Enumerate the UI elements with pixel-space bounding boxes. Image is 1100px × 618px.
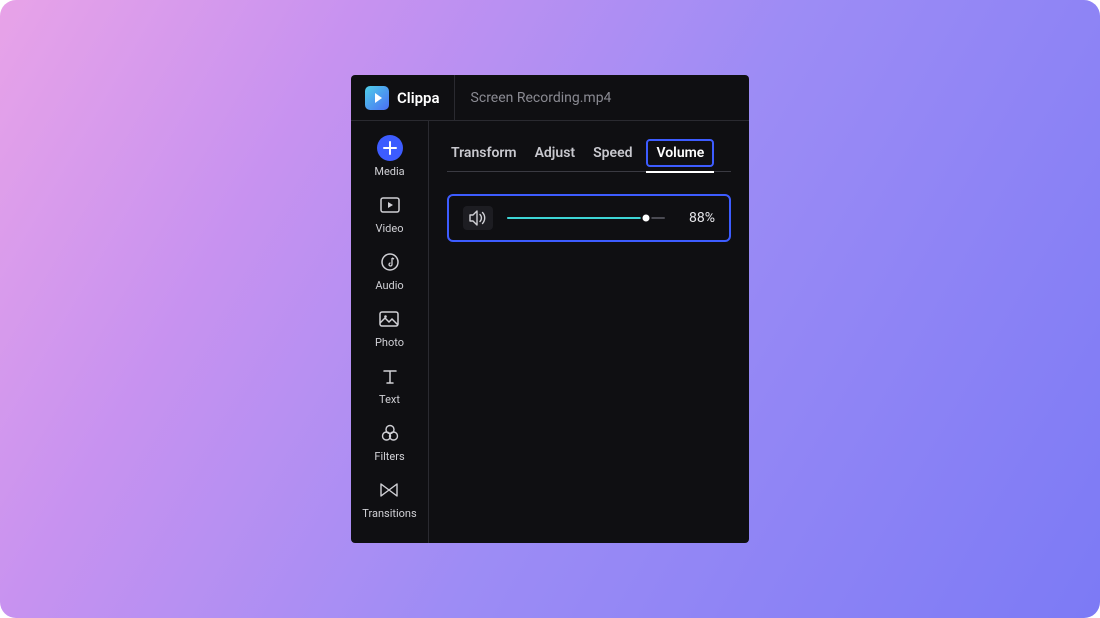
speaker-icon-wrapper[interactable] <box>463 206 493 230</box>
slider-thumb[interactable] <box>641 213 652 224</box>
audio-icon <box>377 249 403 275</box>
sidebar-item-label: Filters <box>374 450 404 463</box>
body: Media Video Audio <box>351 121 749 543</box>
tab-volume[interactable]: Volume <box>646 139 714 167</box>
volume-value: 88% <box>679 210 715 226</box>
file-name: Screen Recording.mp4 <box>455 90 628 106</box>
play-triangle-icon <box>375 93 382 103</box>
gradient-background: Clippa Screen Recording.mp4 Media Video <box>0 0 1100 618</box>
video-icon <box>377 192 403 218</box>
logo-section[interactable]: Clippa <box>351 75 455 120</box>
tab-speed[interactable]: Speed <box>589 139 636 171</box>
sidebar-item-photo[interactable]: Photo <box>375 306 404 349</box>
main-panel: Transform Adjust Speed Volume <box>429 121 749 543</box>
sidebar-item-transitions[interactable]: Transitions <box>362 477 416 520</box>
logo-icon <box>365 86 389 110</box>
sidebar-item-label: Media <box>374 165 404 178</box>
volume-slider[interactable] <box>507 217 665 219</box>
transitions-icon <box>376 477 402 503</box>
sidebar-item-label: Audio <box>375 279 403 292</box>
sidebar-item-filters[interactable]: Filters <box>374 420 404 463</box>
tab-transform[interactable]: Transform <box>447 139 521 171</box>
text-icon <box>377 363 403 389</box>
header: Clippa Screen Recording.mp4 <box>351 75 749 121</box>
photo-icon <box>376 306 402 332</box>
sidebar-item-label: Text <box>379 393 400 406</box>
slider-fill <box>507 217 646 219</box>
app-window: Clippa Screen Recording.mp4 Media Video <box>351 75 749 543</box>
sidebar-item-media[interactable]: Media <box>374 135 404 178</box>
sidebar-item-video[interactable]: Video <box>376 192 404 235</box>
tab-adjust[interactable]: Adjust <box>531 139 580 171</box>
volume-control: 88% <box>447 194 731 242</box>
sidebar-item-label: Video <box>376 222 404 235</box>
sidebar-item-label: Transitions <box>362 507 416 520</box>
filters-icon <box>377 420 403 446</box>
sidebar-item-audio[interactable]: Audio <box>375 249 403 292</box>
sidebar-item-label: Photo <box>375 336 404 349</box>
sidebar: Media Video Audio <box>351 121 429 543</box>
plus-icon <box>377 135 403 161</box>
app-name: Clippa <box>397 89 440 107</box>
sidebar-item-text[interactable]: Text <box>377 363 403 406</box>
speaker-icon <box>469 210 487 226</box>
tabs: Transform Adjust Speed Volume <box>447 139 731 172</box>
